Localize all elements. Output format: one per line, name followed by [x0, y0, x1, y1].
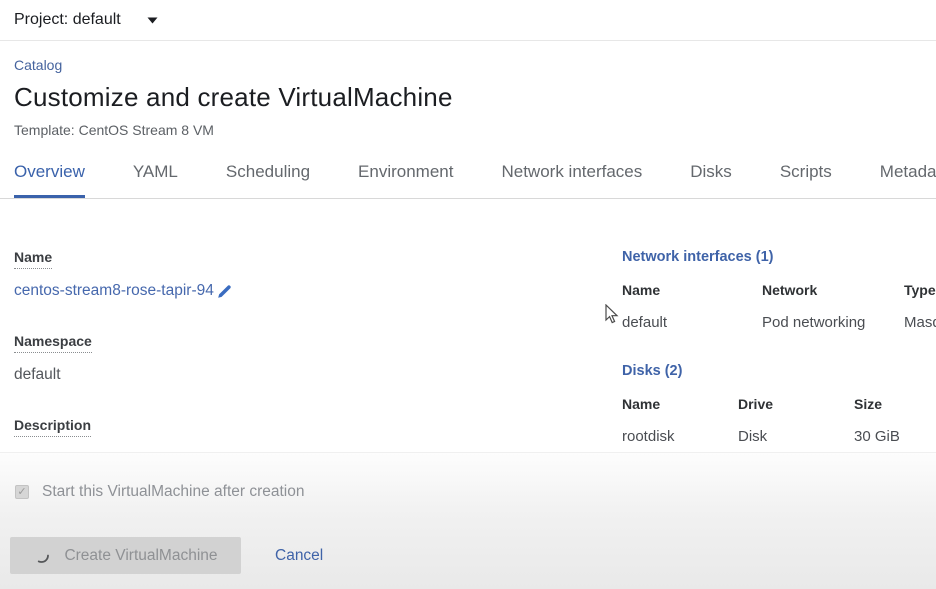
tab-scheduling[interactable]: Scheduling	[226, 162, 310, 198]
template-subtitle: Template: CentOS Stream 8 VM	[14, 122, 922, 138]
loading-spinner-icon	[33, 547, 50, 564]
nic-name-cell: default	[622, 314, 762, 331]
nic-network-cell: Pod networking	[762, 314, 904, 331]
tab-scripts[interactable]: Scripts	[780, 162, 832, 198]
create-virtualmachine-button[interactable]: Create VirtualMachine	[10, 537, 241, 574]
footer-action-bar: ✓ Start this VirtualMachine after creati…	[0, 452, 936, 589]
table-row: rootdisk Disk 30 GiB	[622, 428, 936, 445]
network-interfaces-table: Name Network Type default Pod networking…	[622, 282, 936, 331]
edit-pencil-icon[interactable]	[217, 284, 232, 299]
col-header-drive: Drive	[738, 396, 854, 428]
disks-link[interactable]: Disks (2)	[622, 363, 936, 379]
network-interfaces-section: Network interfaces (1) Name Network Type…	[622, 249, 936, 331]
overview-tab-content: Name centos-stream8-rose-tapir-94 Namesp…	[0, 199, 936, 441]
disk-name-cell: rootdisk	[622, 428, 738, 445]
tab-environment[interactable]: Environment	[358, 162, 453, 198]
disk-size-cell: 30 GiB	[854, 428, 936, 445]
table-header-row: Name Network Type	[622, 282, 936, 314]
chevron-down-icon[interactable]	[147, 17, 158, 24]
col-header-type: Type	[904, 282, 936, 314]
col-header-network: Network	[762, 282, 904, 314]
disks-table: Name Drive Size rootdisk Disk 30 GiB	[622, 396, 936, 445]
customize-vm-page: Project: default Catalog Customize and c…	[0, 0, 936, 589]
tab-network-interfaces[interactable]: Network interfaces	[501, 162, 642, 198]
create-button-label: Create VirtualMachine	[64, 547, 217, 565]
project-bar: Project: default	[0, 0, 936, 41]
description-label[interactable]: Description	[14, 417, 91, 437]
vm-name-text[interactable]: centos-stream8-rose-tapir-94	[14, 282, 214, 300]
disks-section: Disks (2) Name Drive Size rootdisk Disk …	[622, 363, 936, 445]
table-row: default Pod networking Masquerade	[622, 314, 936, 331]
col-header-name: Name	[622, 396, 738, 428]
tab-disks[interactable]: Disks	[690, 162, 732, 198]
page-title: Customize and create VirtualMachine	[14, 82, 922, 113]
page-header: Catalog Customize and create VirtualMach…	[0, 41, 936, 138]
disk-drive-cell: Disk	[738, 428, 854, 445]
start-vm-checkbox[interactable]: ✓	[15, 485, 29, 499]
tab-bar: Overview YAML Scheduling Environment Net…	[0, 162, 936, 199]
start-after-creation-row: ✓ Start this VirtualMachine after creati…	[0, 453, 936, 501]
col-header-size: Size	[854, 396, 936, 428]
overview-right-column: Network interfaces (1) Name Network Type…	[622, 249, 936, 445]
namespace-label[interactable]: Namespace	[14, 333, 92, 353]
nic-type-cell: Masquerade	[904, 314, 936, 331]
breadcrumb-catalog-link[interactable]: Catalog	[14, 57, 62, 73]
cancel-button[interactable]: Cancel	[275, 547, 323, 565]
tab-metadata[interactable]: Metadata	[880, 162, 936, 198]
footer-buttons: Create VirtualMachine Cancel	[0, 501, 936, 574]
tab-overview[interactable]: Overview	[14, 162, 85, 198]
col-header-name: Name	[622, 282, 762, 314]
table-header-row: Name Drive Size	[622, 396, 936, 428]
tab-yaml[interactable]: YAML	[133, 162, 178, 198]
network-interfaces-link[interactable]: Network interfaces (1)	[622, 249, 936, 265]
name-label[interactable]: Name	[14, 249, 52, 269]
start-vm-checkbox-label: Start this VirtualMachine after creation	[42, 483, 304, 501]
project-selector[interactable]: Project: default	[14, 11, 121, 29]
